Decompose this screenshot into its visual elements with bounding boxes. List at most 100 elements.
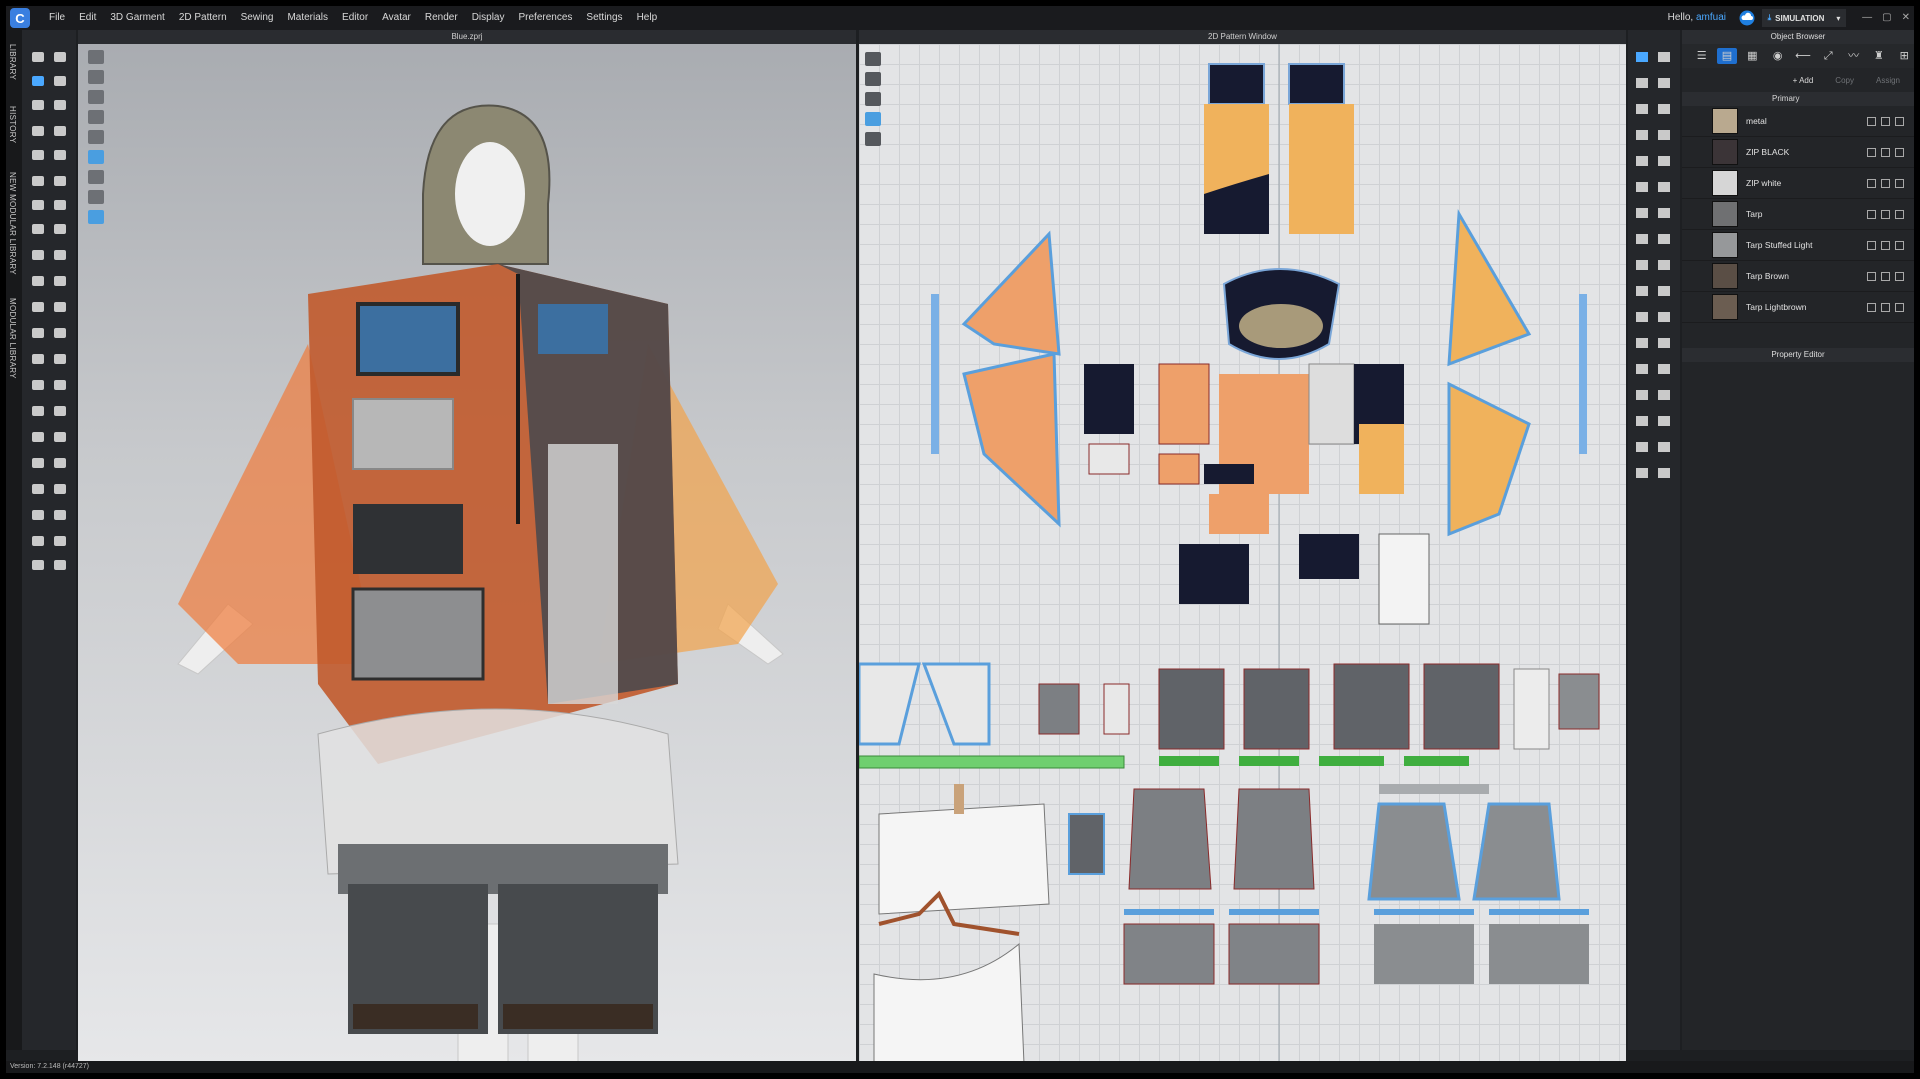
copy-icon[interactable] [1881, 240, 1890, 250]
group-label: Primary [1772, 94, 1800, 103]
pattern-pieces-canvas [859, 44, 1600, 1064]
greeting-text: Hello, [1667, 12, 1694, 23]
chevron-down-icon[interactable]: ▾ [1836, 14, 1840, 23]
minimize-icon[interactable]: — [1862, 6, 1872, 30]
material-swatch [1712, 201, 1738, 227]
material-actions [1867, 240, 1904, 250]
material-row[interactable]: Tarp Brown [1682, 261, 1914, 292]
buttonhole-tab-icon[interactable]: ◉ [1768, 48, 1787, 64]
menu-edit[interactable]: Edit [72, 6, 103, 30]
material-actions [1867, 302, 1904, 312]
username-link[interactable]: amfuai [1696, 12, 1726, 23]
menu-display[interactable]: Display [465, 6, 512, 30]
assign-button[interactable]: Assign [1868, 73, 1908, 88]
delete-icon[interactable] [1895, 271, 1904, 281]
app-logo-icon[interactable]: C [10, 8, 30, 28]
copy-icon[interactable] [1881, 271, 1890, 281]
2d-tool-icons[interactable] [1628, 30, 1680, 510]
tab-library[interactable]: LIBRARY [8, 44, 17, 80]
menu-render[interactable]: Render [418, 6, 465, 30]
material-row[interactable]: Tarp Lightbrown [1682, 292, 1914, 323]
3d-garment-viewport[interactable] [78, 44, 856, 1064]
side-tab-strip: LIBRARY HISTORY NEW MODULAR LIBRARY MODU… [6, 30, 22, 1050]
menu-file[interactable]: File [42, 6, 72, 30]
material-name: ZIP white [1746, 178, 1782, 188]
add-icon[interactable] [1867, 209, 1876, 219]
delete-icon[interactable] [1895, 240, 1904, 250]
delete-icon[interactable] [1895, 209, 1904, 219]
copy-icon[interactable] [1881, 209, 1890, 219]
copy-button[interactable]: Copy [1827, 73, 1862, 88]
fabric-tab-icon[interactable]: ▤ [1717, 48, 1737, 64]
delete-icon[interactable] [1895, 302, 1904, 312]
add-icon[interactable] [1867, 302, 1876, 312]
menu-materials[interactable]: Materials [280, 6, 335, 30]
tab-new-modular-library[interactable]: NEW MODULAR LIBRARY [8, 172, 17, 275]
add-icon[interactable] [1867, 116, 1876, 126]
menu-help[interactable]: Help [630, 6, 665, 30]
2d-pattern-viewport[interactable] [859, 44, 1626, 1064]
menu-editor[interactable]: Editor [335, 6, 375, 30]
cloud-icon[interactable] [1738, 10, 1756, 26]
menu-settings[interactable]: Settings [579, 6, 629, 30]
add-icon[interactable] [1867, 240, 1876, 250]
material-name: Tarp Lightbrown [1746, 302, 1807, 312]
delete-icon[interactable] [1895, 116, 1904, 126]
button-tab-icon[interactable]: ▦ [1743, 48, 1762, 64]
add-button[interactable]: + Add [1785, 73, 1822, 88]
main-menu: File Edit 3D Garment 2D Pattern Sewing M… [42, 6, 664, 30]
add-icon[interactable] [1867, 271, 1876, 281]
copy-icon[interactable] [1881, 116, 1890, 126]
list-view-icon[interactable]: ☰ [1692, 48, 1711, 64]
material-actions [1867, 147, 1904, 157]
object-browser-title: Object Browser [1682, 30, 1914, 44]
2d-toolbar [1628, 30, 1680, 1050]
status-bar: Version: 7.2.148 (r44727) [6, 1061, 1914, 1073]
material-row[interactable]: metal [1682, 106, 1914, 137]
delete-icon[interactable] [1895, 178, 1904, 188]
material-actions [1867, 116, 1904, 126]
menu-sewing[interactable]: Sewing [234, 6, 281, 30]
menu-2d-pattern[interactable]: 2D Pattern [172, 6, 234, 30]
add-icon[interactable] [1867, 178, 1876, 188]
3d-toolbar [22, 30, 76, 1050]
maximize-icon[interactable]: ▢ [1882, 6, 1891, 30]
puckering-tab-icon[interactable]: 〰 [1844, 48, 1863, 64]
menu-3d-garment[interactable]: 3D Garment [103, 6, 171, 30]
material-row[interactable]: ZIP white [1682, 168, 1914, 199]
menu-avatar[interactable]: Avatar [375, 6, 418, 30]
copy-icon[interactable] [1881, 302, 1890, 312]
material-swatch [1712, 263, 1738, 289]
material-swatch [1712, 294, 1738, 320]
topstitch-tab-icon[interactable]: ⟵ [1793, 48, 1812, 64]
material-row[interactable]: Tarp [1682, 199, 1914, 230]
version-text: Version: 7.2.148 (r44727) [10, 1063, 89, 1070]
material-group-header[interactable]: Primary [1682, 92, 1914, 106]
material-actions [1867, 178, 1904, 188]
menu-preferences[interactable]: Preferences [512, 6, 580, 30]
object-browser-panel: Object Browser ☰ ▤ ▦ ◉ ⟵ ⤢ 〰 ♜ ⊞ + Add C… [1682, 30, 1914, 1050]
material-swatch [1712, 232, 1738, 258]
copy-icon[interactable] [1881, 178, 1890, 188]
close-icon[interactable]: ✕ [1902, 6, 1910, 30]
material-row[interactable]: Tarp Stuffed Light [1682, 230, 1914, 261]
graphic-tab-icon[interactable]: ⊞ [1895, 48, 1914, 64]
zipper-tab-icon[interactable]: ⤢ [1819, 48, 1838, 64]
material-row[interactable]: ZIP BLACK [1682, 137, 1914, 168]
3d-window-title: Blue.zprj [78, 30, 856, 44]
garment-3d-render [177, 104, 784, 1064]
property-editor-title: Property Editor [1682, 348, 1914, 362]
window-controls: — ▢ ✕ [1862, 6, 1910, 30]
3d-tool-icons[interactable] [22, 30, 76, 590]
material-name: ZIP BLACK [1746, 147, 1790, 157]
trim-tab-icon[interactable]: ♜ [1869, 48, 1888, 64]
simulation-button[interactable]: ⤓ SIMULATION ▾ [1762, 9, 1846, 27]
copy-icon[interactable] [1881, 147, 1890, 157]
material-swatch [1712, 108, 1738, 134]
material-name: Tarp Stuffed Light [1746, 240, 1813, 250]
delete-icon[interactable] [1895, 147, 1904, 157]
tab-history[interactable]: HISTORY [8, 106, 17, 143]
tab-modular-library[interactable]: MODULAR LIBRARY [8, 298, 17, 379]
simulation-label: SIMULATION [1775, 13, 1825, 23]
add-icon[interactable] [1867, 147, 1876, 157]
